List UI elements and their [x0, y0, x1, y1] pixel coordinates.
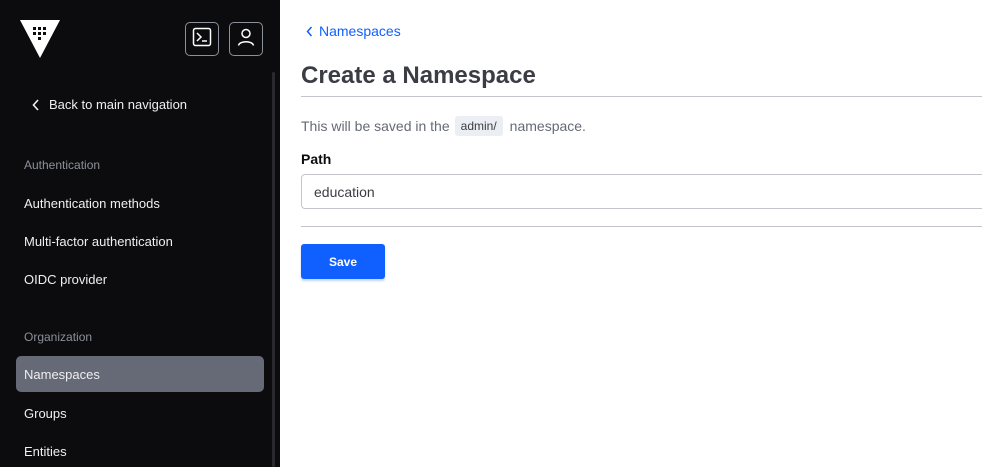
path-label: Path	[301, 151, 332, 167]
terminal-icon	[192, 27, 212, 52]
breadcrumb[interactable]: Namespaces	[306, 23, 401, 39]
page-title: Create a Namespace	[301, 62, 536, 89]
breadcrumb-namespaces-link[interactable]: Namespaces	[319, 23, 401, 39]
sidebar-item-oidc-provider[interactable]: OIDC provider	[16, 261, 264, 297]
sidebar-scrollbar[interactable]	[272, 72, 275, 467]
section-title-authentication: Authentication	[24, 158, 101, 172]
sidebar-item-namespaces[interactable]: Namespaces	[16, 356, 264, 392]
section-title-organization: Organization	[24, 330, 93, 344]
chevron-left-icon	[306, 26, 313, 37]
path-input[interactable]	[301, 174, 982, 209]
namespace-description: This will be saved in the admin/ namespa…	[301, 116, 586, 136]
chevron-left-icon	[32, 98, 40, 111]
user-icon	[236, 27, 256, 52]
vault-logo-icon[interactable]	[20, 20, 60, 60]
form-divider	[301, 226, 982, 227]
description-prefix: This will be saved in the	[301, 118, 450, 134]
sidebar-item-authentication-methods[interactable]: Authentication methods	[16, 185, 264, 221]
namespace-chip: admin/	[454, 116, 503, 136]
main-content: Namespaces Create a Namespace This will …	[280, 0, 982, 467]
save-button[interactable]: Save	[301, 244, 385, 279]
back-to-main-navigation-link[interactable]: Back to main navigation	[32, 97, 187, 112]
sidebar-item-groups[interactable]: Groups	[16, 395, 264, 431]
user-menu-button[interactable]	[229, 22, 263, 56]
back-link-label: Back to main navigation	[49, 97, 188, 112]
console-button[interactable]	[185, 22, 219, 56]
sidebar-item-multi-factor-authentication[interactable]: Multi-factor authentication	[16, 223, 264, 259]
sidebar: Back to main navigation Authentication A…	[0, 0, 280, 467]
title-divider	[301, 96, 982, 97]
description-suffix: namespace.	[509, 118, 586, 134]
sidebar-item-entities[interactable]: Entities	[16, 433, 264, 467]
